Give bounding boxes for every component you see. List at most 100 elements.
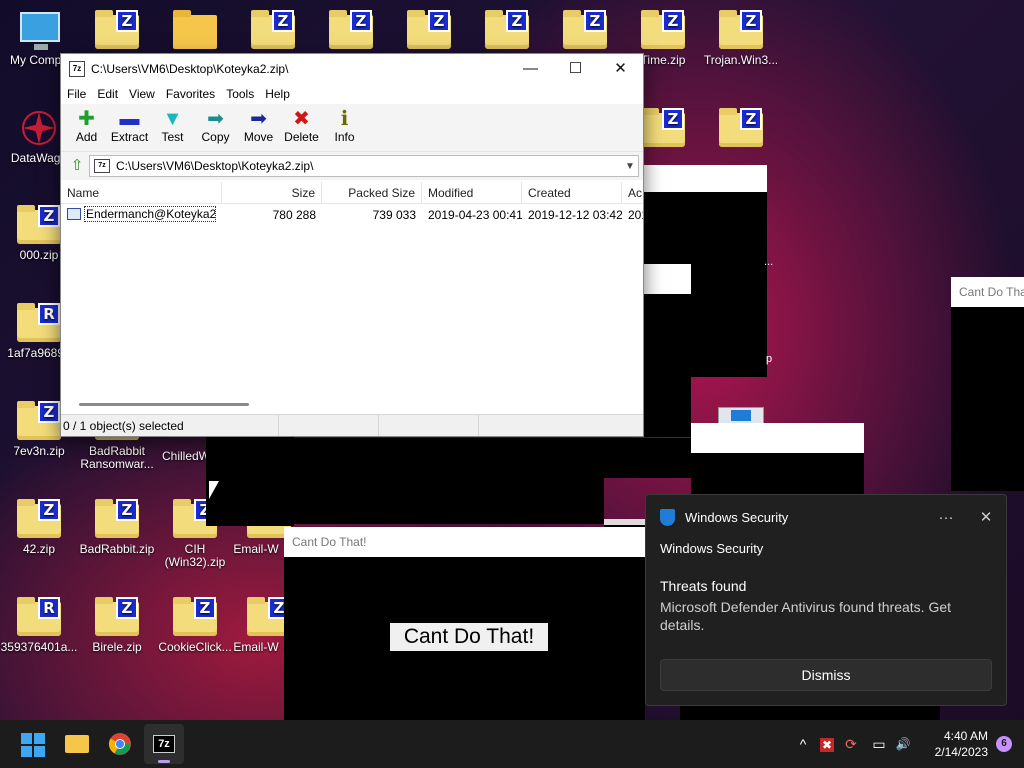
delete-icon: ✖ — [293, 108, 310, 130]
desktop-icon-trojan-win32[interactable]: Z Trojan.Win3... — [702, 10, 780, 67]
status-selection: 0 / 1 object(s) selected — [61, 415, 279, 436]
clock-time: 4:40 AM — [943, 729, 988, 743]
desktop-icon-email-worm-2[interactable]: Z Email-W — [226, 597, 291, 654]
menu-view[interactable]: View — [129, 84, 160, 104]
desktop-icon-zip[interactable]: Z — [78, 10, 156, 54]
menu-edit[interactable]: Edit — [97, 84, 123, 104]
column-accessed[interactable]: Ac — [622, 182, 643, 203]
taskbar-7zip[interactable]: 7z — [144, 724, 184, 764]
column-packed-size[interactable]: Packed Size — [322, 182, 422, 203]
folder-icon — [173, 10, 217, 49]
column-size[interactable]: Size — [222, 182, 322, 203]
delete-button[interactable]: ✖ Delete — [280, 104, 323, 151]
info-icon: ℹ — [340, 108, 349, 130]
mouse-cursor-icon — [209, 481, 219, 499]
black-window-3 — [206, 437, 294, 526]
windows-security-toast[interactable]: Windows Security ··· ✕ Windows Security … — [645, 494, 1007, 706]
chevron-down-icon[interactable]: ▼ — [622, 161, 638, 172]
address-field[interactable]: 7z C:\Users\VM6\Desktop\Koteyka2.zip\ ▼ — [89, 155, 639, 177]
more-options-button[interactable]: ··· — [926, 509, 966, 526]
cant-do-that-message: Cant Do That! — [390, 623, 548, 651]
close-button[interactable]: ✕ — [598, 54, 643, 84]
taskbar-file-explorer[interactable] — [56, 724, 96, 764]
extract-icon: ▬ — [119, 108, 140, 130]
file-packed-size: 739 033 — [372, 208, 416, 222]
desktop-icon-tclelogio[interactable]: Z — [702, 108, 780, 152]
monitor-icon — [20, 12, 60, 50]
chrome-icon — [108, 733, 131, 755]
status-bar: 0 / 1 object(s) selected — [61, 414, 643, 436]
clock[interactable]: 4:40 AM 2/14/2023 — [935, 728, 988, 760]
desktop-icon-zip[interactable]: Z — [390, 10, 468, 54]
horizontal-scrollbar[interactable] — [79, 403, 249, 406]
table-row[interactable]: Endermanch@Koteyka2... 780 288 739 033 2… — [61, 204, 643, 224]
cant-do-that-window-2[interactable]: Cant Do Tha — [951, 277, 1024, 491]
move-button[interactable]: ➡ Move — [237, 104, 280, 151]
menu-tools[interactable]: Tools — [226, 84, 259, 104]
desktop-icon-42-zip[interactable]: Z 42.zip — [0, 499, 78, 556]
desktop-icon-folder[interactable] — [156, 10, 234, 54]
list-header: Name Size Packed Size Modified Created A… — [61, 182, 643, 204]
datawagon-icon — [22, 111, 56, 145]
taskbar-chrome[interactable] — [100, 724, 140, 764]
cant-window-2-title: Cant Do Tha — [951, 277, 1024, 307]
add-button[interactable]: ✚ Add — [65, 104, 108, 151]
black-window-4 — [294, 437, 691, 478]
info-button[interactable]: ℹ Info — [323, 104, 366, 151]
show-hidden-icons-button[interactable]: ^ — [792, 720, 814, 768]
desktop-icon-zip[interactable]: Z — [312, 10, 390, 54]
volume-icon[interactable]: 🔊 — [892, 720, 914, 768]
defender-warning-icon[interactable]: ✖ — [816, 720, 838, 768]
7zip-window[interactable]: 7z C:\Users\VM6\Desktop\Koteyka2.zip\ — … — [60, 53, 644, 437]
partial-label-a: ... — [764, 256, 774, 268]
maximize-button[interactable]: ☐ — [553, 54, 598, 84]
desktop-icon-zip[interactable]: Z — [468, 10, 546, 54]
notification-badge[interactable]: 6 — [996, 736, 1012, 752]
column-modified[interactable]: Modified — [422, 182, 522, 203]
clock-date: 2/14/2023 — [934, 745, 988, 759]
file-created: 2019-12-12 03:42 — [528, 208, 622, 222]
desktop-icon-badrabbit-zip[interactable]: Z BadRabbit.zip — [78, 499, 156, 556]
7zip-app-icon: 7z — [69, 61, 85, 77]
column-name[interactable]: Name — [61, 182, 222, 203]
menu-bar: File Edit View Favorites Tools Help — [61, 84, 643, 104]
exe-file-icon — [67, 208, 81, 220]
toolbar: ✚ Add ▬ Extract ▼ Test ➡ Copy ➡ Move ✖ D… — [61, 104, 643, 152]
test-icon: ▼ — [162, 108, 183, 130]
desktop-icon-zip[interactable]: Z — [234, 10, 312, 54]
7zip-titlebar[interactable]: 7z C:\Users\VM6\Desktop\Koteyka2.zip\ — … — [61, 54, 643, 84]
menu-favorites[interactable]: Favorites — [166, 84, 220, 104]
file-list: Name Size Packed Size Modified Created A… — [61, 182, 643, 412]
archive-icon: 7z — [94, 159, 110, 173]
window-title: C:\Users\VM6\Desktop\Koteyka2.zip\ — [91, 62, 289, 76]
toast-close-button[interactable]: ✕ — [966, 508, 1006, 526]
toast-subtitle: Windows Security — [660, 541, 764, 556]
desktop-icon-birele-zip[interactable]: Z Birele.zip — [78, 597, 156, 654]
dismiss-button[interactable]: Dismiss — [660, 659, 992, 691]
desktop-icon-cookieclicker[interactable]: Z CookieClick... — [156, 597, 234, 654]
add-icon: ✚ — [78, 108, 95, 130]
7zip-icon: 7z — [153, 735, 175, 753]
file-accessed: 201 — [628, 208, 643, 222]
black-window-8 — [680, 706, 940, 720]
column-created[interactable]: Created — [522, 182, 622, 203]
desktop-icon-zip[interactable]: Z — [546, 10, 624, 54]
start-button[interactable] — [12, 724, 52, 764]
menu-help[interactable]: Help — [265, 84, 295, 104]
menu-file[interactable]: File — [67, 84, 91, 104]
up-folder-icon[interactable]: ⇧ — [65, 156, 89, 176]
extract-button[interactable]: ▬ Extract — [108, 104, 151, 151]
sync-icon[interactable]: ⟳ — [840, 720, 862, 768]
copy-icon: ➡ — [207, 108, 224, 130]
cant-do-that-window[interactable]: Cant Do That! Cant Do That! — [284, 527, 645, 720]
black-window-5 — [294, 478, 604, 524]
taskbar: 7z ^ ✖ ⟳ ▭ 🔊 4:40 AM 2/14/2023 6 — [0, 720, 1024, 768]
shield-icon — [660, 508, 675, 526]
small-window-icon — [718, 407, 764, 424]
copy-button[interactable]: ➡ Copy — [194, 104, 237, 151]
partial-label-b: p — [766, 353, 773, 365]
network-icon[interactable]: ▭ — [868, 720, 890, 768]
test-button[interactable]: ▼ Test — [151, 104, 194, 151]
desktop-icon-359376401a[interactable]: R 359376401a... — [0, 597, 78, 654]
minimize-button[interactable]: — — [508, 54, 553, 84]
